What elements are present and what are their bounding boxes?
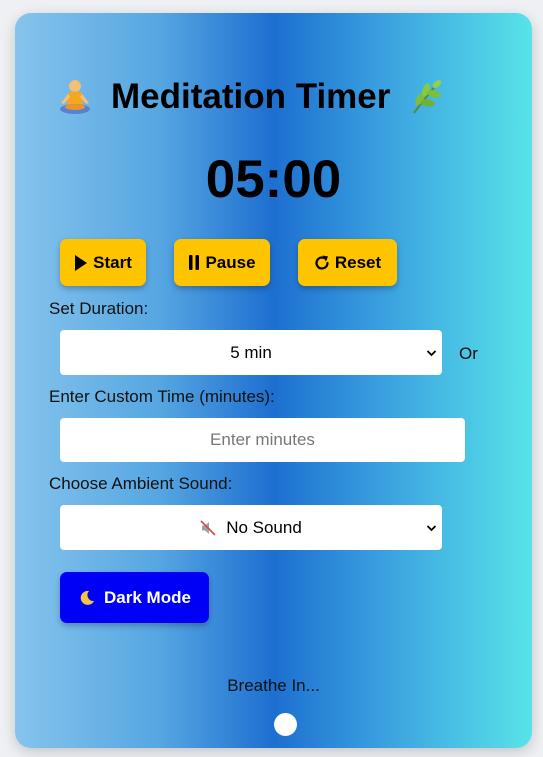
custom-minutes-input[interactable] [60, 418, 465, 462]
chevron-down-icon [426, 349, 437, 356]
reset-icon [315, 255, 329, 270]
crescent-moon-icon [80, 590, 95, 605]
custom-time-label: Enter Custom Time (minutes): [49, 387, 275, 406]
start-label: Start [93, 252, 132, 272]
reset-button[interactable]: Reset [298, 239, 397, 286]
meditation-card: Meditation Timer 05:00 Start Pause Reset… [15, 13, 532, 748]
duration-label: Set Duration: [49, 299, 149, 318]
duration-selected-value: 5 min [230, 342, 272, 362]
reset-label: Reset [334, 252, 382, 272]
pause-label: Pause [205, 252, 256, 272]
herb-leaf-icon [413, 80, 442, 114]
sound-select[interactable]: No Sound [60, 505, 442, 550]
title-text: Meditation Timer [111, 77, 391, 116]
play-icon [75, 254, 88, 271]
dark-mode-button[interactable]: Dark Mode [60, 572, 209, 623]
start-button[interactable]: Start [60, 239, 146, 286]
sound-selected-value: No Sound [226, 517, 302, 537]
sound-label: Choose Ambient Sound: [49, 474, 233, 493]
pause-button[interactable]: Pause [174, 239, 270, 286]
chevron-down-icon [426, 524, 437, 531]
page-title: Meditation Timer [55, 75, 446, 119]
pause-icon [189, 255, 200, 270]
person-meditating-icon [60, 80, 90, 114]
timer-display: 05:00 [205, 150, 342, 209]
dark-mode-label: Dark Mode [104, 587, 191, 607]
breathing-text: Breathe In... [227, 676, 320, 695]
muted-speaker-icon [200, 519, 216, 536]
or-text: Or [459, 344, 478, 363]
duration-select[interactable]: 5 min [60, 330, 442, 375]
breathing-circle [274, 713, 297, 736]
